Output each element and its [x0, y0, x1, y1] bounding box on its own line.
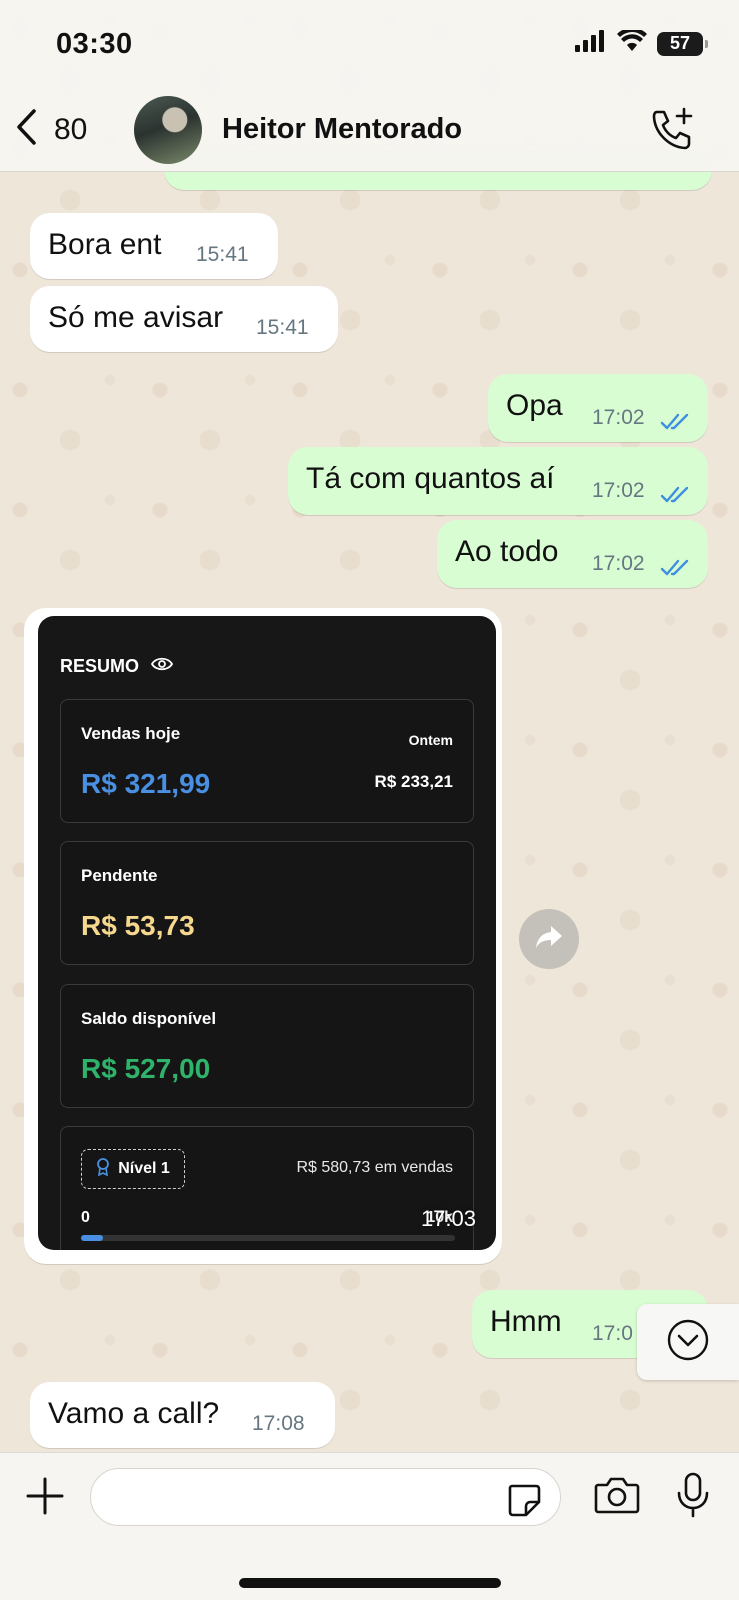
summary-title-text: RESUMO: [60, 656, 140, 676]
level-badge: Nível 1: [81, 1149, 185, 1189]
level-progress-fill: [81, 1235, 103, 1241]
battery-icon: 57: [657, 31, 708, 56]
message-text: Hmm: [490, 1305, 562, 1338]
sticker-button[interactable]: [506, 1482, 542, 1523]
yesterday-value: R$ 233,21: [374, 772, 453, 791]
sales-today-panel: Vendas hoje R$ 321,99 Ontem R$ 233,21: [60, 699, 474, 823]
read-ticks-icon: [660, 479, 692, 513]
back-button[interactable]: 80: [14, 108, 87, 151]
sales-today-value: R$ 321,99: [81, 768, 211, 799]
message-text: Vamo a call?: [48, 1397, 220, 1430]
plus-icon: [24, 1477, 66, 1521]
wifi-icon: [617, 27, 647, 57]
message-bubble-outgoing[interactable]: Opa 17:02: [488, 374, 708, 442]
home-indicator: [239, 1578, 501, 1588]
eye-icon: [150, 656, 174, 677]
scroll-to-bottom-button[interactable]: [637, 1304, 739, 1380]
message-time: 15:41: [256, 316, 309, 339]
progress-min: 0: [81, 1209, 90, 1226]
message-bubble-incoming[interactable]: Bora ent 15:41: [30, 213, 278, 279]
message-bubble-incoming[interactable]: Vamo a call? 17:08: [30, 1382, 335, 1448]
image-time: 17:03: [420, 1206, 476, 1231]
message-text: Opa: [506, 389, 563, 422]
yesterday-label: Ontem: [408, 732, 453, 748]
contact-name[interactable]: Heitor Mentorado: [222, 113, 462, 146]
forward-button[interactable]: [519, 909, 579, 969]
summary-title: RESUMO: [60, 656, 174, 677]
composer-bar: [0, 1452, 739, 1600]
avatar[interactable]: [134, 96, 202, 164]
level-progress-track: [81, 1235, 455, 1241]
balance-label: Saldo disponível: [81, 1009, 217, 1028]
balance-value: R$ 527,00: [81, 1053, 211, 1084]
camera-button[interactable]: [594, 1475, 640, 1520]
message-time: 17:02: [592, 552, 645, 575]
status-icons: 57: [575, 27, 708, 57]
camera-icon: [594, 1477, 640, 1519]
image-message[interactable]: RESUMO Vendas hoje R$ 321,99 Ontem R$ 23…: [24, 608, 502, 1264]
message-text: Bora ent: [48, 228, 162, 261]
microphone-icon: [676, 1472, 710, 1523]
message-bubble-incoming[interactable]: Só me avisar 15:41: [30, 286, 338, 352]
level-panel: Nível 1 R$ 580,73 em vendas 0 10k: [60, 1126, 474, 1250]
message-input-wrapper: [90, 1468, 561, 1526]
message-text: Só me avisar: [48, 301, 224, 334]
read-ticks-icon: [660, 406, 692, 440]
pending-value: R$ 53,73: [81, 910, 195, 941]
chat-header: 03:30 57 80 Heitor Mentorado: [0, 0, 739, 172]
forward-arrow-icon: [534, 924, 564, 955]
attach-button[interactable]: [24, 1475, 66, 1522]
message-time: 17:02: [592, 479, 645, 502]
chevron-down-circle-icon: [666, 1318, 710, 1367]
message-time: 17:02: [592, 406, 645, 429]
microphone-button[interactable]: [676, 1471, 710, 1524]
phone-plus-icon: [649, 107, 695, 156]
message-bubble-outgoing[interactable]: Ao todo 17:02: [437, 520, 708, 588]
message-text: Tá com quantos aí: [306, 462, 555, 495]
message-text: Ao todo: [455, 535, 559, 568]
add-call-button[interactable]: [649, 106, 695, 157]
message-time: 17:08: [252, 1412, 305, 1435]
status-time: 03:30: [56, 28, 133, 60]
level-sales-text: R$ 580,73 em vendas: [296, 1159, 453, 1176]
sales-today-label: Vendas hoje: [81, 724, 181, 743]
dashboard-screenshot: RESUMO Vendas hoje R$ 321,99 Ontem R$ 23…: [38, 616, 496, 1250]
level-text: Nível 1: [118, 1160, 170, 1177]
message-bubble-outgoing[interactable]: Tá com quantos aí 17:02: [288, 447, 708, 515]
unread-count: 80: [54, 112, 88, 146]
medal-icon: [96, 1157, 110, 1181]
balance-panel: Saldo disponível R$ 527,00: [60, 984, 474, 1108]
chevron-left-icon: [14, 108, 38, 151]
read-ticks-icon: [660, 552, 692, 586]
message-time: 17:0: [592, 1322, 633, 1345]
pending-label: Pendente: [81, 866, 158, 885]
message-time: 15:41: [196, 243, 249, 266]
message-input[interactable]: [111, 1479, 491, 1517]
signal-icon: [575, 30, 607, 57]
pending-panel: Pendente R$ 53,73: [60, 841, 474, 965]
